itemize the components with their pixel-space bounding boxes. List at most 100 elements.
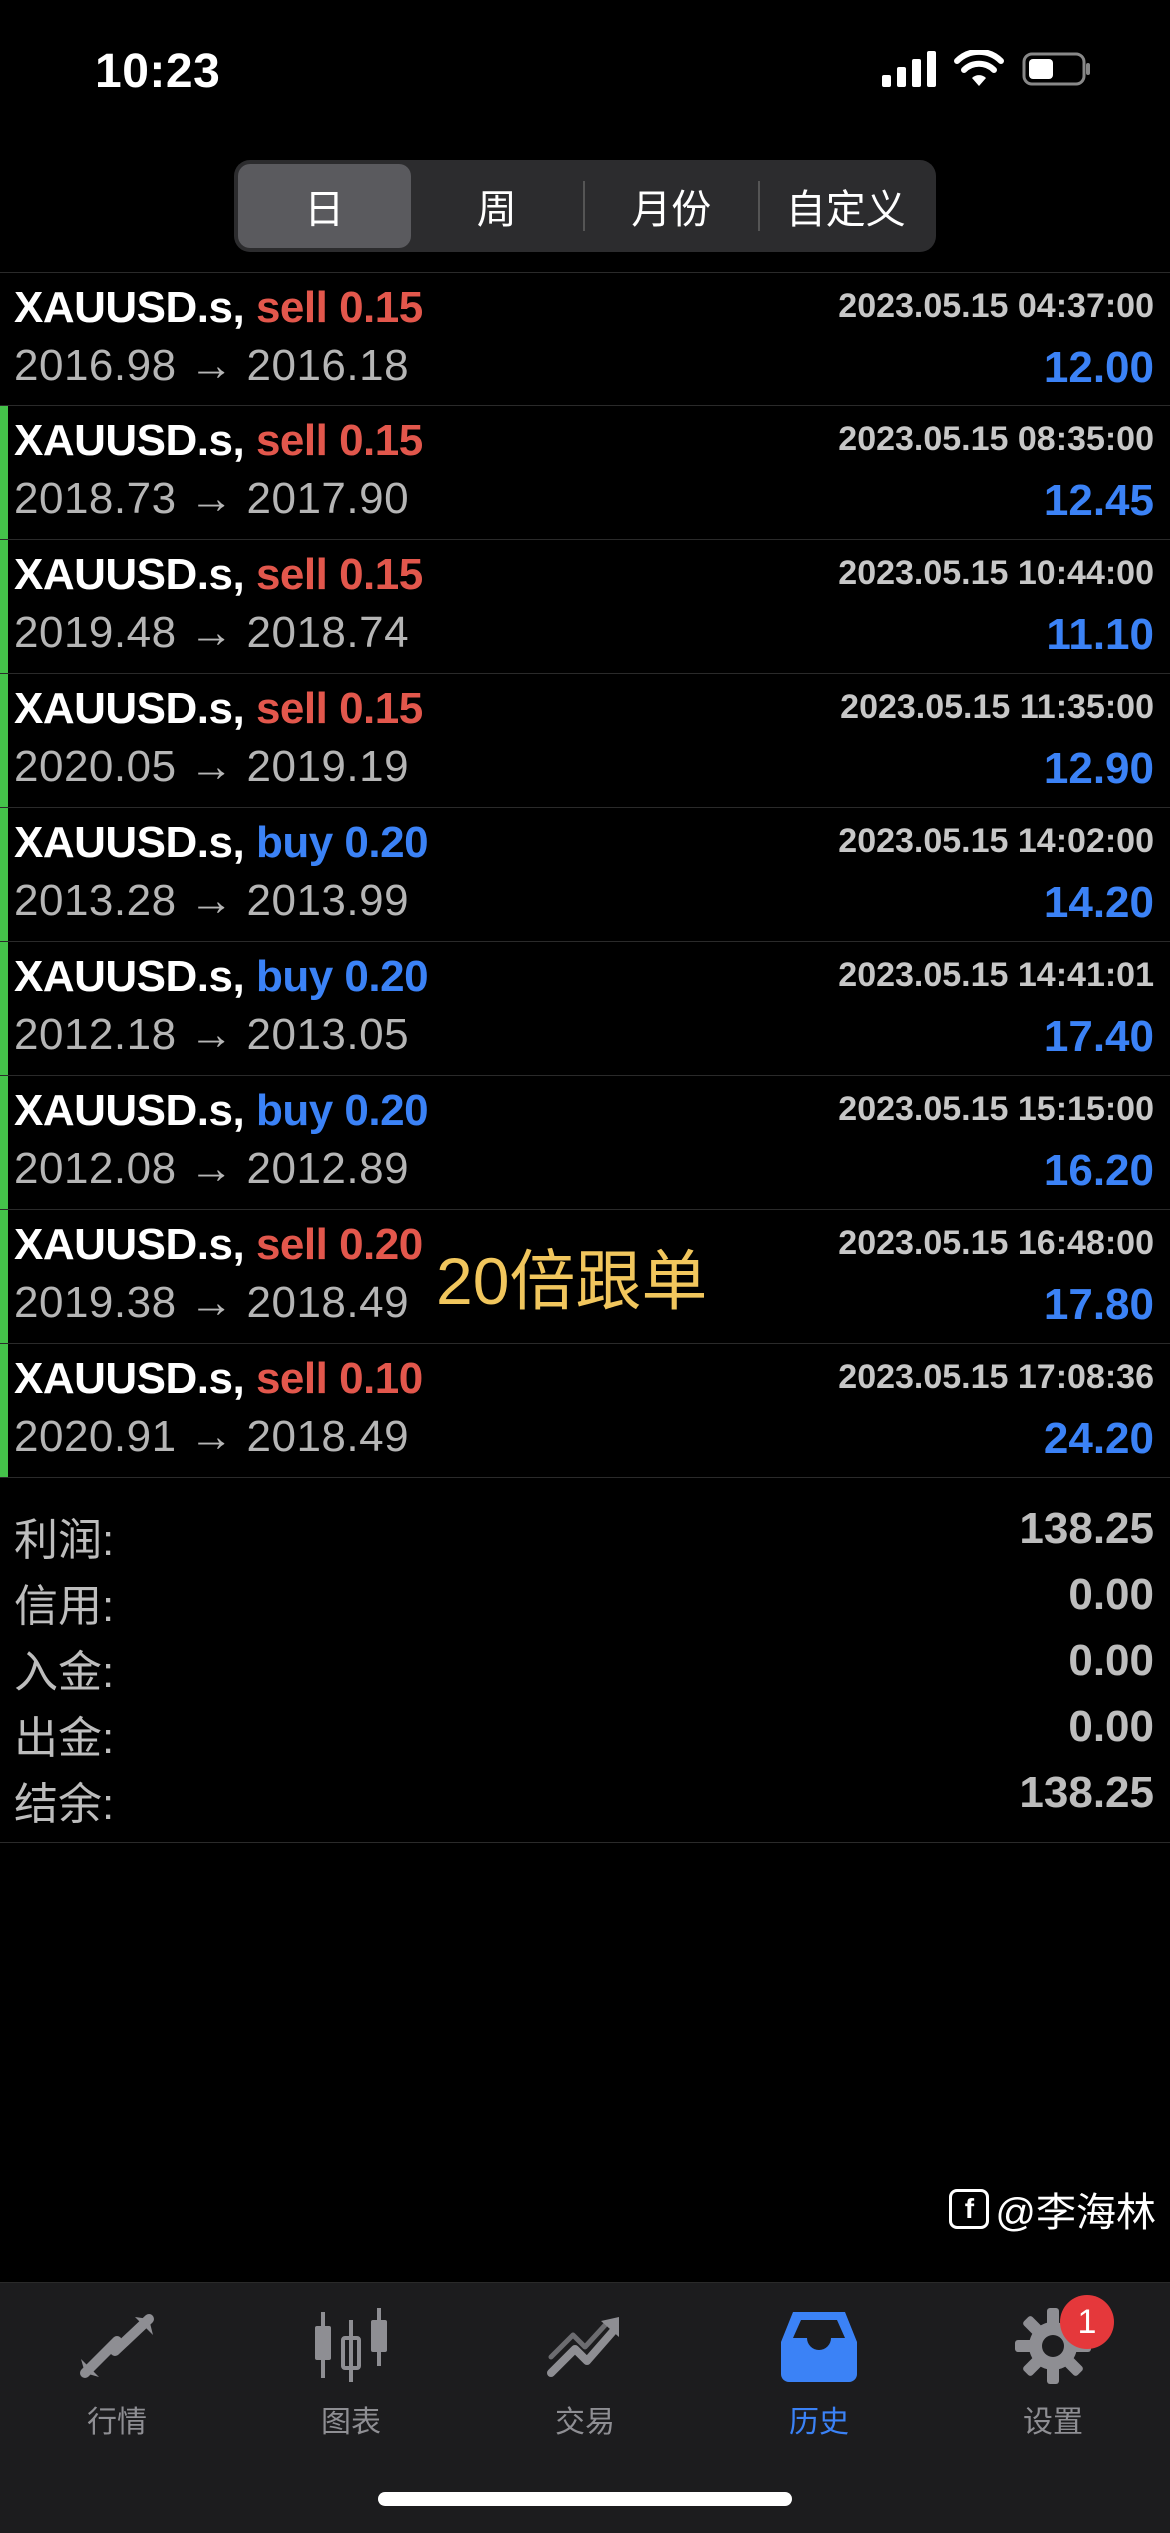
trade-side: buy 0.20 [255, 1086, 429, 1135]
trade-symbol: XAUUSD.s, [14, 818, 245, 867]
trade-prices: 2020.05 → 2019.19 [14, 742, 410, 791]
facebook-logo-icon: f [949, 2189, 990, 2229]
summary-balance-row: 结余: 138.25 [0, 1764, 1170, 1830]
tab-label: 设置 [1023, 2406, 1083, 2439]
summary-profit-row: 利润: 138.25 [0, 1500, 1170, 1566]
summary-withdrawal-row: 出金: 0.00 [0, 1698, 1170, 1764]
trade-prices: 2013.28 → 2013.99 [14, 876, 410, 925]
tab-trade[interactable]: 交易 [468, 2301, 702, 2461]
segment-day[interactable]: 日 [238, 164, 411, 248]
tab-label: 交易 [555, 2406, 615, 2439]
trade-time: 2023.05.15 14:02:00 [838, 822, 1154, 860]
notification-badge: 1 [1060, 2295, 1114, 2349]
trade-symbol: XAUUSD.s, [14, 952, 245, 1001]
trade-row[interactable]: XAUUSD.s, sell 0.15 2023.05.15 04:37:00 … [0, 272, 1170, 406]
battery-icon [1022, 51, 1092, 87]
trade-time: 2023.05.15 04:37:00 [838, 287, 1154, 325]
trade-side: sell 0.15 [255, 684, 423, 733]
home-indicator [378, 2492, 792, 2506]
tab-label: 行情 [87, 2406, 147, 2439]
segment-custom[interactable]: 自定义 [760, 164, 933, 248]
status-bar: 10:23 [0, 0, 1170, 150]
trade-side: buy 0.20 [255, 952, 429, 1001]
segment-month[interactable]: 月份 [585, 164, 758, 248]
trade-time: 2023.05.15 16:48:00 [838, 1224, 1154, 1262]
trade-side: sell 0.15 [255, 283, 423, 332]
trade-symbol: XAUUSD.s, [14, 684, 245, 733]
period-segmented-control: 日 周 月份 自定义 [234, 160, 936, 252]
quotes-arrows-icon [72, 2301, 162, 2391]
trade-time: 2023.05.15 08:35:00 [838, 420, 1154, 458]
summary-credit-row: 信用: 0.00 [0, 1566, 1170, 1632]
trade-profit: 17.80 [1043, 1280, 1154, 1329]
trade-profit: 16.20 [1043, 1146, 1154, 1195]
trade-symbol: XAUUSD.s, [14, 1220, 245, 1269]
summary-label: 入金: [14, 1648, 115, 1697]
trade-trend-icon [540, 2301, 630, 2391]
trade-row[interactable]: XAUUSD.s, sell 0.15 2023.05.15 11:35:00 … [0, 674, 1170, 808]
summary-label: 信用: [14, 1582, 115, 1631]
trade-side: sell 0.10 [255, 1354, 423, 1403]
trade-row[interactable]: XAUUSD.s, buy 0.20 2023.05.15 14:41:01 2… [0, 942, 1170, 1076]
summary-value: 138.25 [1019, 1504, 1154, 1553]
summary-deposit-row: 入金: 0.00 [0, 1632, 1170, 1698]
trade-symbol: XAUUSD.s, [14, 550, 245, 599]
segment-week[interactable]: 周 [411, 164, 584, 248]
watermark-text: @李海林 [995, 2191, 1156, 2235]
trade-profit: 17.40 [1043, 1012, 1154, 1061]
trade-row[interactable]: XAUUSD.s, sell 0.15 2023.05.15 08:35:00 … [0, 406, 1170, 540]
summary-value: 0.00 [1068, 1702, 1154, 1751]
tab-label: 图表 [321, 2406, 381, 2439]
trade-row[interactable]: XAUUSD.s, sell 0.15 2023.05.15 10:44:00 … [0, 540, 1170, 674]
trade-symbol: XAUUSD.s, [14, 416, 245, 465]
trade-symbol: XAUUSD.s, [14, 1086, 245, 1135]
trade-prices: 2019.38 → 2018.49 [14, 1278, 410, 1327]
summary-value: 138.25 [1019, 1768, 1154, 1817]
trade-profit: 12.00 [1043, 343, 1154, 392]
tab-quotes[interactable]: 行情 [0, 2301, 234, 2461]
trade-symbol: XAUUSD.s, [14, 283, 245, 332]
overlay-annotation: 20倍跟单 [436, 1244, 708, 1318]
trade-profit: 12.45 [1043, 476, 1154, 525]
trade-profit: 12.90 [1043, 744, 1154, 793]
trade-row[interactable]: XAUUSD.s, sell 0.10 2023.05.15 17:08:36 … [0, 1344, 1170, 1478]
status-icons [882, 50, 1092, 88]
trade-profit: 24.20 [1043, 1414, 1154, 1463]
history-inbox-icon [774, 2301, 864, 2391]
trade-time: 2023.05.15 10:44:00 [838, 554, 1154, 592]
summary-label: 利润: [14, 1516, 115, 1565]
cellular-signal-icon [882, 51, 936, 87]
candlestick-chart-icon [306, 2301, 396, 2391]
trade-prices: 2012.18 → 2013.05 [14, 1010, 410, 1059]
account-summary: 利润: 138.25 信用: 0.00 入金: 0.00 出金: 0.00 结余… [0, 1500, 1170, 1843]
summary-value: 0.00 [1068, 1636, 1154, 1685]
trade-side: buy 0.20 [255, 818, 429, 867]
trade-prices: 2012.08 → 2012.89 [14, 1144, 410, 1193]
trade-symbol: XAUUSD.s, [14, 1354, 245, 1403]
trade-prices: 2018.73 → 2017.90 [14, 474, 410, 523]
trade-profit: 11.10 [1046, 610, 1154, 659]
trade-time: 2023.05.15 17:08:36 [838, 1358, 1154, 1396]
summary-value: 0.00 [1068, 1570, 1154, 1619]
tab-settings[interactable]: 设置 1 [936, 2295, 1170, 2461]
summary-label: 结余: [14, 1780, 115, 1829]
trade-prices: 2016.98 → 2016.18 [14, 341, 410, 390]
tab-chart[interactable]: 图表 [234, 2301, 468, 2461]
trade-profit: 14.20 [1043, 878, 1154, 927]
watermark: f @李海林 [949, 2180, 1156, 2238]
trade-side: sell 0.20 [255, 1220, 423, 1269]
trade-row[interactable]: XAUUSD.s, buy 0.20 2023.05.15 15:15:00 2… [0, 1076, 1170, 1210]
trade-time: 2023.05.15 11:35:00 [840, 688, 1154, 726]
trade-side: sell 0.15 [255, 416, 423, 465]
summary-label: 出金: [14, 1714, 115, 1763]
status-time: 10:23 [95, 45, 221, 98]
trade-time: 2023.05.15 14:41:01 [838, 956, 1154, 994]
tab-history[interactable]: 历史 [702, 2301, 936, 2461]
trade-row[interactable]: XAUUSD.s, buy 0.20 2023.05.15 14:02:00 2… [0, 808, 1170, 942]
tab-label: 历史 [789, 2406, 849, 2439]
trade-time: 2023.05.15 15:15:00 [838, 1090, 1154, 1128]
trade-prices: 2020.91 → 2018.49 [14, 1412, 410, 1461]
wifi-icon [954, 50, 1004, 88]
trade-side: sell 0.15 [255, 550, 423, 599]
trade-prices: 2019.48 → 2018.74 [14, 608, 410, 657]
